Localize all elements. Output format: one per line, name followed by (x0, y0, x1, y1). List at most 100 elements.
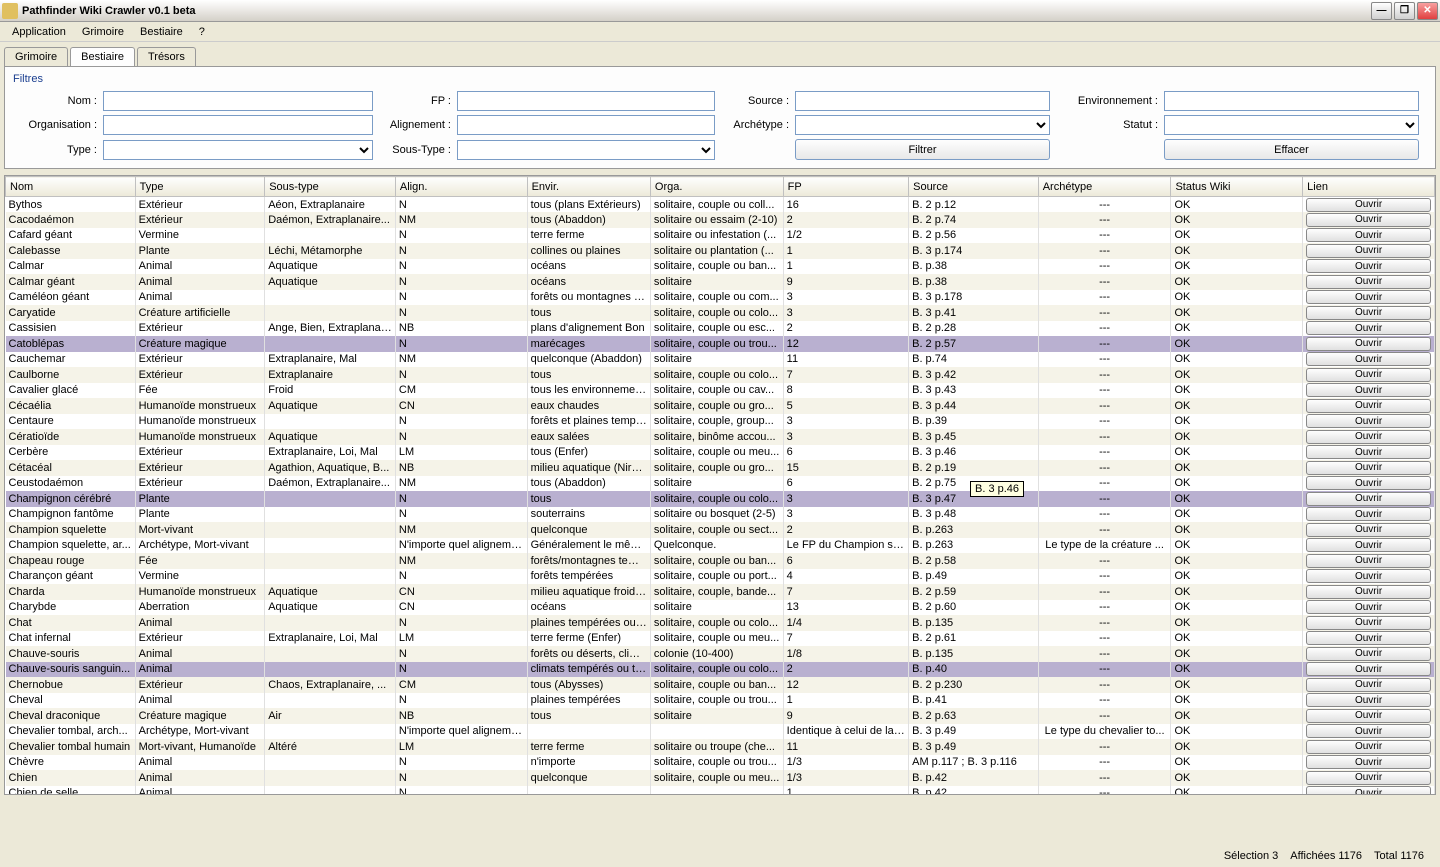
ouvrir-button[interactable]: Ouvrir (1306, 430, 1431, 444)
table-row[interactable]: CassisienExtérieurAnge, Bien, Extraplana… (6, 321, 1435, 337)
col-header[interactable]: Type (135, 177, 265, 197)
table-row[interactable]: Chien de selleAnimalN1B. p.42---OKOuvrir (6, 786, 1435, 795)
table-row[interactable]: ChèvreAnimalNn'importesolitaire, couple … (6, 755, 1435, 771)
ouvrir-button[interactable]: Ouvrir (1306, 492, 1431, 506)
minimize-button[interactable]: — (1371, 2, 1392, 20)
ouvrir-button[interactable]: Ouvrir (1306, 709, 1431, 723)
col-header[interactable]: Archétype (1038, 177, 1171, 197)
table-row[interactable]: CeustodaémonExtérieurDaémon, Extraplanai… (6, 476, 1435, 492)
table-row[interactable]: Chauve-sourisAnimalNforêts ou déserts, c… (6, 646, 1435, 662)
table-row[interactable]: CharybdeAberrationAquatiqueCNocéanssolit… (6, 600, 1435, 616)
source-input[interactable] (795, 91, 1050, 111)
table-row[interactable]: CécaéliaHumanoïde monstrueuxAquatiqueCNe… (6, 398, 1435, 414)
table-row[interactable]: CalebassePlanteLéchi, MétamorpheNcolline… (6, 243, 1435, 259)
tab-grimoire[interactable]: Grimoire (4, 47, 68, 66)
table-row[interactable]: Chevalier tombal, arch...Archétype, Mort… (6, 724, 1435, 740)
ouvrir-button[interactable]: Ouvrir (1306, 740, 1431, 754)
table-row[interactable]: Chauve-souris sanguin...AnimalNclimats t… (6, 662, 1435, 678)
ouvrir-button[interactable]: Ouvrir (1306, 321, 1431, 335)
ouvrir-button[interactable]: Ouvrir (1306, 368, 1431, 382)
ouvrir-button[interactable]: Ouvrir (1306, 538, 1431, 552)
col-header[interactable]: Orga. (650, 177, 783, 197)
col-header[interactable]: Source (909, 177, 1039, 197)
ouvrir-button[interactable]: Ouvrir (1306, 476, 1431, 490)
ouvrir-button[interactable]: Ouvrir (1306, 306, 1431, 320)
ouvrir-button[interactable]: Ouvrir (1306, 569, 1431, 583)
table-row[interactable]: Charançon géantVermineNforêts tempéréess… (6, 569, 1435, 585)
soustype-select[interactable] (457, 140, 715, 160)
fp-input[interactable] (457, 91, 715, 111)
table-row[interactable]: CentaureHumanoïde monstrueuxNforêts et p… (6, 414, 1435, 430)
menu-?[interactable]: ? (191, 24, 213, 40)
statut-select[interactable] (1164, 115, 1419, 135)
filtrer-button[interactable]: Filtrer (795, 139, 1050, 160)
close-button[interactable]: ✕ (1417, 2, 1438, 20)
ouvrir-button[interactable]: Ouvrir (1306, 631, 1431, 645)
ouvrir-button[interactable]: Ouvrir (1306, 693, 1431, 707)
col-header[interactable]: Envir. (527, 177, 650, 197)
col-header[interactable]: Nom (6, 177, 136, 197)
col-header[interactable]: FP (783, 177, 908, 197)
ouvrir-button[interactable]: Ouvrir (1306, 647, 1431, 661)
tab-trésors[interactable]: Trésors (137, 47, 196, 66)
menu-grimoire[interactable]: Grimoire (74, 24, 132, 40)
ouvrir-button[interactable]: Ouvrir (1306, 275, 1431, 289)
table-row[interactable]: CératioïdeHumanoïde monstrueuxAquatiqueN… (6, 429, 1435, 445)
table-row[interactable]: Cavalier glacéFéeFroidCMtous les environ… (6, 383, 1435, 399)
ouvrir-button[interactable]: Ouvrir (1306, 554, 1431, 568)
alignement-input[interactable] (457, 115, 715, 135)
table-row[interactable]: ChardaHumanoïde monstrueuxAquatiqueCNmil… (6, 584, 1435, 600)
table-row[interactable]: BythosExtérieurAéon, ExtraplanaireNtous … (6, 197, 1435, 213)
table-row[interactable]: Cheval draconiqueCréature magiqueAirNBto… (6, 708, 1435, 724)
ouvrir-button[interactable]: Ouvrir (1306, 337, 1431, 351)
ouvrir-button[interactable]: Ouvrir (1306, 228, 1431, 242)
environnement-input[interactable] (1164, 91, 1419, 111)
table-row[interactable]: ChatAnimalNplaines tempérées ou c...soli… (6, 615, 1435, 631)
ouvrir-button[interactable]: Ouvrir (1306, 383, 1431, 397)
table-row[interactable]: CacodaémonExtérieurDaémon, Extraplanaire… (6, 212, 1435, 228)
ouvrir-button[interactable]: Ouvrir (1306, 244, 1431, 258)
table-row[interactable]: Caméléon géantAnimalNforêts ou montagnes… (6, 290, 1435, 306)
table-row[interactable]: Chat infernalExtérieurExtraplanaire, Loi… (6, 631, 1435, 647)
archetype-select[interactable] (795, 115, 1050, 135)
table-row[interactable]: Champignon cérébréPlanteNtoussolitaire, … (6, 491, 1435, 507)
ouvrir-button[interactable]: Ouvrir (1306, 662, 1431, 676)
col-header[interactable]: Align. (395, 177, 527, 197)
ouvrir-button[interactable]: Ouvrir (1306, 445, 1431, 459)
ouvrir-button[interactable]: Ouvrir (1306, 523, 1431, 537)
ouvrir-button[interactable]: Ouvrir (1306, 724, 1431, 738)
col-header[interactable]: Sous-type (265, 177, 396, 197)
col-header[interactable]: Status Wiki (1171, 177, 1303, 197)
table-row[interactable]: Chevalier tombal humainMort-vivant, Huma… (6, 739, 1435, 755)
ouvrir-button[interactable]: Ouvrir (1306, 290, 1431, 304)
ouvrir-button[interactable]: Ouvrir (1306, 771, 1431, 785)
ouvrir-button[interactable]: Ouvrir (1306, 198, 1431, 212)
table-row[interactable]: CalmarAnimalAquatiqueNocéanssolitaire, c… (6, 259, 1435, 275)
ouvrir-button[interactable]: Ouvrir (1306, 786, 1431, 794)
table-row[interactable]: CatoblépasCréature magiqueNmarécagessoli… (6, 336, 1435, 352)
table-row[interactable]: Cafard géantVermineNterre fermesolitaire… (6, 228, 1435, 244)
table-row[interactable]: CerbèreExtérieurExtraplanaire, Loi, MalL… (6, 445, 1435, 461)
ouvrir-button[interactable]: Ouvrir (1306, 616, 1431, 630)
table-row[interactable]: Champion squeletteMort-vivantNMquelconqu… (6, 522, 1435, 538)
ouvrir-button[interactable]: Ouvrir (1306, 414, 1431, 428)
ouvrir-button[interactable]: Ouvrir (1306, 600, 1431, 614)
organisation-input[interactable] (103, 115, 373, 135)
table-row[interactable]: Chapeau rougeFéeNMforêts/montagnes temp.… (6, 553, 1435, 569)
ouvrir-button[interactable]: Ouvrir (1306, 507, 1431, 521)
ouvrir-button[interactable]: Ouvrir (1306, 755, 1431, 769)
tab-bestiaire[interactable]: Bestiaire (70, 47, 135, 66)
menu-bestiaire[interactable]: Bestiaire (132, 24, 191, 40)
table-row[interactable]: Champignon fantômePlanteNsouterrainssoli… (6, 507, 1435, 523)
ouvrir-button[interactable]: Ouvrir (1306, 213, 1431, 227)
table-row[interactable]: Calmar géantAnimalAquatiqueNocéanssolita… (6, 274, 1435, 290)
effacer-button[interactable]: Effacer (1164, 139, 1419, 160)
ouvrir-button[interactable]: Ouvrir (1306, 461, 1431, 475)
ouvrir-button[interactable]: Ouvrir (1306, 678, 1431, 692)
nom-input[interactable] (103, 91, 373, 111)
table-row[interactable]: ChienAnimalNquelconquesolitaire, couple … (6, 770, 1435, 786)
ouvrir-button[interactable]: Ouvrir (1306, 585, 1431, 599)
table-row[interactable]: Champion squelette, ar...Archétype, Mort… (6, 538, 1435, 554)
maximize-button[interactable]: ❐ (1394, 2, 1415, 20)
table-row[interactable]: ChevalAnimalNplaines tempéréessolitaire,… (6, 693, 1435, 709)
